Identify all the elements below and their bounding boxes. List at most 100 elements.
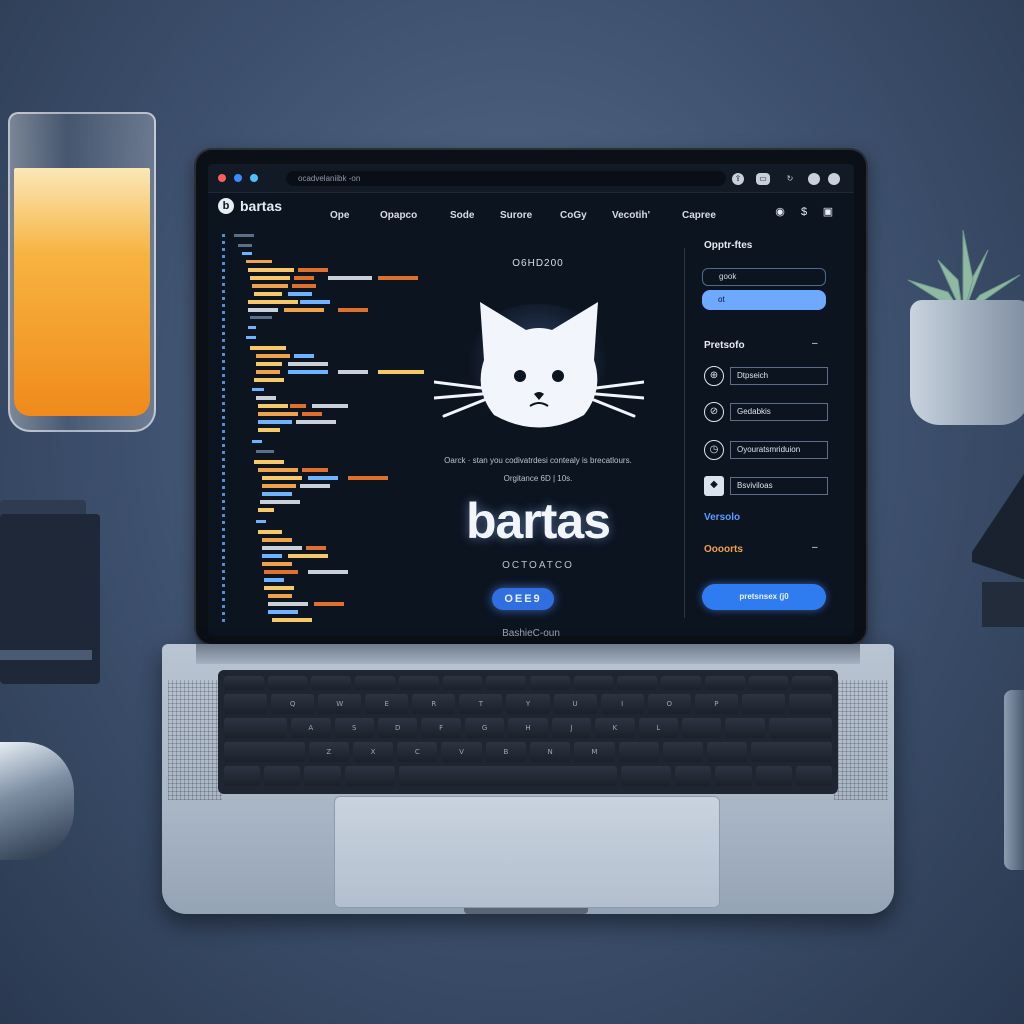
- key[interactable]: [442, 676, 483, 690]
- share-icon[interactable]: ⇪: [732, 173, 744, 185]
- key-caps[interactable]: [224, 718, 288, 738]
- key[interactable]: [618, 742, 659, 762]
- key[interactable]: [792, 676, 833, 690]
- key[interactable]: [224, 676, 264, 690]
- key-j[interactable]: J: [551, 718, 592, 738]
- key-left[interactable]: [715, 766, 752, 786]
- key[interactable]: [311, 676, 352, 690]
- key-d[interactable]: D: [377, 718, 418, 738]
- key[interactable]: [224, 694, 268, 714]
- panel-item[interactable]: ◆ Bsviviloas: [704, 476, 828, 496]
- nav-item-3[interactable]: Sode: [450, 210, 474, 221]
- key-t[interactable]: T: [459, 694, 503, 714]
- nav-item-2[interactable]: Opapco: [380, 210, 417, 221]
- key-right[interactable]: [795, 766, 833, 786]
- key-shift-right[interactable]: [751, 742, 832, 762]
- close-window-button[interactable]: [218, 174, 226, 182]
- key[interactable]: [267, 676, 308, 690]
- panel-primary-button[interactable]: pretsnsex (j0: [702, 584, 826, 610]
- key[interactable]: [573, 676, 614, 690]
- trackpad[interactable]: [334, 796, 720, 908]
- hero-action-button[interactable]: OEE9: [492, 588, 554, 610]
- key-q[interactable]: Q: [271, 694, 315, 714]
- key-space[interactable]: [399, 766, 617, 786]
- key-l[interactable]: L: [638, 718, 679, 738]
- key[interactable]: [741, 694, 785, 714]
- key-p[interactable]: P: [694, 694, 738, 714]
- key-k[interactable]: K: [595, 718, 635, 738]
- key-y[interactable]: Y: [506, 694, 550, 714]
- key-updown[interactable]: [755, 766, 792, 786]
- profile-icon[interactable]: [808, 173, 820, 185]
- key-option[interactable]: [304, 766, 341, 786]
- key[interactable]: [486, 676, 527, 690]
- key[interactable]: [748, 676, 789, 690]
- key-option-right[interactable]: [675, 766, 712, 786]
- key[interactable]: [662, 742, 704, 762]
- collapse-icon[interactable]: –: [812, 542, 818, 553]
- browser-toolbar: ocadvelaniibk -on ⇪ ▭ ↻: [208, 164, 854, 193]
- key[interactable]: [707, 742, 748, 762]
- panel-search-input[interactable]: gook: [702, 268, 826, 286]
- key[interactable]: [704, 676, 745, 690]
- key-n[interactable]: N: [529, 742, 571, 762]
- key-g[interactable]: G: [464, 718, 505, 738]
- clock-icon: ◷: [704, 440, 724, 460]
- code-editor[interactable]: [228, 230, 428, 630]
- nav-item-5[interactable]: CoGy: [560, 210, 587, 221]
- key-h[interactable]: H: [508, 718, 548, 738]
- panel-version-link[interactable]: Versolo: [704, 512, 740, 523]
- key[interactable]: [682, 718, 722, 738]
- key-return[interactable]: [768, 718, 832, 738]
- panel-item[interactable]: ⊘ Gedabkis: [704, 402, 828, 422]
- settings-icon[interactable]: [828, 173, 840, 185]
- key-o[interactable]: O: [647, 694, 691, 714]
- address-bar[interactable]: ocadvelaniibk -on: [286, 171, 726, 186]
- minimize-window-button[interactable]: [234, 174, 242, 182]
- collapse-icon[interactable]: –: [812, 338, 818, 349]
- nav-item-6[interactable]: Vecotih': [612, 210, 650, 221]
- key-v[interactable]: V: [441, 742, 482, 762]
- key-fn[interactable]: [224, 766, 261, 786]
- key-w[interactable]: W: [318, 694, 362, 714]
- menu-icon[interactable]: ↻: [784, 173, 796, 185]
- key-z[interactable]: Z: [308, 742, 349, 762]
- hero-description: Oarck · stan you codivatrdesi contealy i…: [444, 456, 632, 465]
- hinge: [196, 644, 860, 664]
- nav-item-1[interactable]: Ope: [330, 210, 349, 221]
- dollar-icon[interactable]: $: [798, 206, 810, 218]
- key-b[interactable]: B: [485, 742, 526, 762]
- key-shift-left[interactable]: [224, 742, 305, 762]
- key[interactable]: [661, 676, 701, 690]
- key-r[interactable]: R: [412, 694, 456, 714]
- key[interactable]: [725, 718, 765, 738]
- key-cmd-left[interactable]: [344, 766, 396, 786]
- tabs-icon[interactable]: ▭: [756, 173, 770, 185]
- nav-item-7[interactable]: Capree: [682, 210, 716, 221]
- key-e[interactable]: E: [365, 694, 409, 714]
- cart-icon[interactable]: ▣: [822, 206, 834, 218]
- key[interactable]: [398, 676, 439, 690]
- brand[interactable]: b bartas: [218, 198, 282, 214]
- key[interactable]: [617, 676, 658, 690]
- key-cmd-right[interactable]: [620, 766, 672, 786]
- key-f[interactable]: F: [421, 718, 461, 738]
- key[interactable]: [355, 676, 395, 690]
- key-ctrl[interactable]: [264, 766, 301, 786]
- key[interactable]: [788, 694, 833, 714]
- key-x[interactable]: X: [352, 742, 394, 762]
- key-m[interactable]: M: [574, 742, 615, 762]
- key-s[interactable]: S: [334, 718, 374, 738]
- key[interactable]: [530, 676, 570, 690]
- panel-item[interactable]: ◷ Oyouratsmriduion: [704, 440, 828, 460]
- panel-item[interactable]: ⊕ Dtpseich: [704, 366, 828, 386]
- nav-item-4[interactable]: Surore: [500, 210, 532, 221]
- panel-selected-input[interactable]: ot: [702, 290, 826, 310]
- key-a[interactable]: A: [291, 718, 331, 738]
- key-c[interactable]: C: [397, 742, 438, 762]
- maximize-window-button[interactable]: [250, 174, 258, 182]
- keyboard[interactable]: Q W E R T Y U I O P A S D F G H J K L Z …: [218, 670, 838, 794]
- key-u[interactable]: U: [553, 694, 597, 714]
- chat-icon[interactable]: ◉: [774, 206, 786, 218]
- key-i[interactable]: I: [600, 694, 644, 714]
